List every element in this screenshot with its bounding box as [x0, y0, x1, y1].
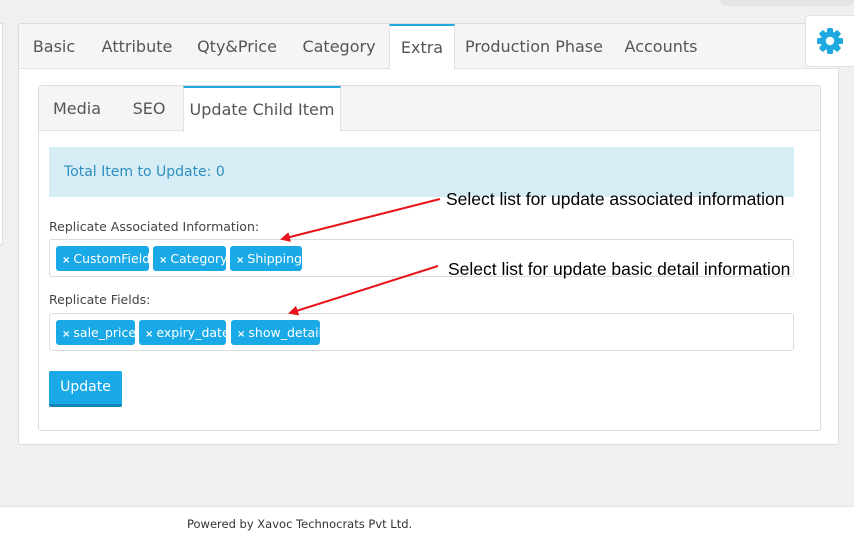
- tab-update-child-item[interactable]: Update Child Item: [183, 86, 341, 132]
- annotation-associated: Select list for update associated inform…: [446, 189, 785, 209]
- top-shadow: [720, 0, 854, 6]
- replicate-fields-select[interactable]: × sale_price × expiry_date × show_detail: [49, 313, 794, 351]
- tab-accounts[interactable]: Accounts: [613, 24, 709, 69]
- remove-icon[interactable]: ×: [62, 329, 70, 340]
- tab-attribute[interactable]: Attribute: [89, 24, 185, 69]
- sub-tab-bar: Media SEO Update Child Item: [39, 86, 820, 132]
- footer-credit: Powered by Xavoc Technocrats Pvt Ltd.: [187, 517, 413, 531]
- tab-qty-price[interactable]: Qty&Price: [185, 24, 289, 69]
- remove-icon[interactable]: ×: [159, 255, 167, 266]
- tab-media[interactable]: Media: [39, 86, 115, 131]
- tab-production-phase[interactable]: Production Phase: [455, 24, 613, 69]
- remove-icon[interactable]: ×: [237, 329, 245, 340]
- remove-icon[interactable]: ×: [236, 255, 244, 266]
- annotation-fields: Select list for update basic detail info…: [448, 259, 791, 279]
- chip-customfield: × CustomField: [56, 246, 151, 271]
- item-editor-panel: Basic Attribute Qty&Price Category Extra…: [18, 23, 839, 445]
- extra-tab-content: Media SEO Update Child Item Total Item t…: [38, 85, 821, 431]
- chip-label: Category: [170, 251, 228, 266]
- chip-shipping: × Shipping: [230, 246, 302, 271]
- chip-label: Shipping: [247, 251, 302, 266]
- chip-label: CustomField: [73, 251, 151, 266]
- gear-icon: [817, 28, 843, 54]
- tab-basic[interactable]: Basic: [19, 24, 89, 69]
- tab-category[interactable]: Category: [289, 24, 389, 69]
- replicate-fields-label: Replicate Fields:: [49, 292, 151, 307]
- replicate-associated-label: Replicate Associated Information:: [49, 219, 260, 234]
- footer: Powered by Xavoc Technocrats Pvt Ltd.: [0, 506, 854, 543]
- left-panel-edge: [0, 23, 3, 245]
- settings-button[interactable]: [805, 15, 854, 67]
- chip-category: × Category: [153, 246, 228, 271]
- remove-icon[interactable]: ×: [145, 329, 153, 340]
- remove-icon[interactable]: ×: [62, 255, 70, 266]
- tab-seo[interactable]: SEO: [115, 86, 183, 131]
- chip-expiry-date: × expiry_date: [139, 320, 230, 345]
- tab-extra[interactable]: Extra: [389, 24, 455, 70]
- chip-label: show_detail: [248, 325, 323, 340]
- chip-label: expiry_date: [156, 325, 230, 340]
- chip-sale-price: × sale_price: [56, 320, 137, 345]
- main-tab-bar: Basic Attribute Qty&Price Category Extra…: [19, 24, 838, 70]
- update-button[interactable]: Update: [49, 371, 122, 407]
- chip-show-detail: × show_detail: [231, 320, 323, 345]
- chip-label: sale_price: [73, 325, 137, 340]
